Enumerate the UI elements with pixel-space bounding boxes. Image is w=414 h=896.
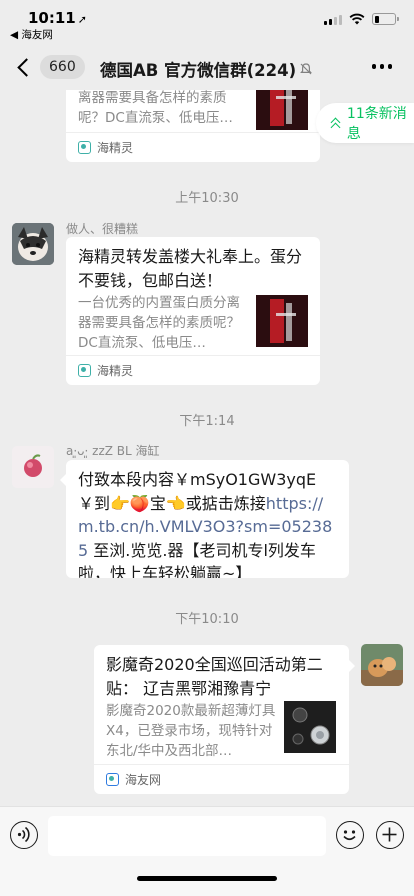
card-title: 海精灵转发盖楼大礼奉上。蛋分不要钱，包邮白送！ <box>78 247 303 290</box>
status-icons <box>324 13 399 25</box>
mini-program-icon <box>106 773 119 786</box>
mute-icon <box>300 63 313 75</box>
chat-title: 德国AB 官方微信群(224) <box>100 57 330 81</box>
new-messages-label: 11条新消息 <box>346 106 407 142</box>
card-source: 海友网 <box>94 764 349 794</box>
sender-name: 做人、很糟糕 <box>66 222 139 236</box>
card-description: 影魔奇2020款最新超薄灯具X4，已登录市场，现特针对东北/华中及西北部… <box>106 703 276 759</box>
card-source: 海精灵 <box>66 355 320 385</box>
card-source-name: 海友网 <box>125 773 162 787</box>
chat-nav-bar: 660 德国AB 官方微信群(224) <box>0 44 414 90</box>
location-arrow-icon: ➚ <box>77 13 87 26</box>
mini-program-icon <box>78 141 91 154</box>
message-input-bar <box>0 806 414 896</box>
card-thumbnail <box>256 90 308 130</box>
more-icon[interactable] <box>371 64 392 69</box>
voice-icon[interactable] <box>10 821 38 849</box>
emoji-icon[interactable] <box>336 821 364 849</box>
timestamp: 下午1:14 <box>179 414 235 429</box>
back-button[interactable]: 660 <box>14 54 85 80</box>
status-bar: 10:11 ➚ ◀ 海友网 <box>0 0 414 44</box>
double-chevron-up-icon <box>330 117 341 129</box>
wifi-icon <box>349 13 365 25</box>
card-description: 一台优秀的内置蛋白质分离器需要具备怎样的素质呢？DC直流泵、低电压… <box>78 295 240 351</box>
card-source-name: 海精灵 <box>97 364 134 378</box>
card-source-name: 海精灵 <box>97 141 134 155</box>
clock: 10:11 <box>28 9 76 27</box>
status-time: 10:11 ➚ <box>28 9 87 27</box>
avatar[interactable] <box>12 446 54 488</box>
timestamp: 上午10:30 <box>175 191 239 206</box>
plus-icon[interactable] <box>376 821 404 849</box>
signal-icon <box>324 14 342 25</box>
avatar[interactable] <box>12 223 54 265</box>
card-description: 离器需要具备怎样的素质呢？DC直流泵、低电压… <box>78 90 233 126</box>
back-chevron-icon <box>17 57 36 77</box>
text-message-bubble[interactable]: 付致本段内容￥mSyO1GW3yqE￥到👉🍑宝👈或掂击炼接https://m.t… <box>66 460 349 578</box>
new-messages-button[interactable]: 11条新消息 <box>316 103 414 143</box>
sender-name: a·͈ᴗ·͈ zzZ BL 海缸 <box>66 444 160 458</box>
unread-count-badge: 660 <box>40 55 85 79</box>
chat-title-text: 德国AB 官方微信群(224) <box>100 61 297 80</box>
timestamp: 下午10:10 <box>175 612 239 627</box>
battery-icon <box>372 13 399 25</box>
card-thumbnail <box>256 295 308 347</box>
avatar[interactable] <box>361 644 403 686</box>
card-title: 影魔奇2020全国巡回活动第二贴： 辽吉黑鄂湘豫青宁 <box>106 655 323 698</box>
message-input[interactable] <box>48 816 326 856</box>
link-card[interactable]: 海精灵转发盖楼大礼奉上。蛋分不要钱，包邮白送！ 一台优秀的内置蛋白质分离器需要具… <box>66 237 320 385</box>
message-text: 至浏.览览.器【老司机专l列发车啦，快上车轻松躺赢~】 <box>78 540 316 579</box>
link-card[interactable]: 影魔奇2020全国巡回活动第二贴： 辽吉黑鄂湘豫青宁 影魔奇2020款最新超薄灯… <box>94 645 349 794</box>
bubble-tail <box>349 660 355 672</box>
home-indicator <box>137 876 277 881</box>
chat-message-list[interactable]: 离器需要具备怎样的素质呢？DC直流泵、低电压… 海精灵 11条新消息 上午10:… <box>0 90 414 806</box>
card-source: 海精灵 <box>66 132 320 162</box>
mini-program-icon <box>78 364 91 377</box>
card-thumbnail <box>284 701 336 753</box>
back-to-app-link[interactable]: ◀ 海友网 <box>10 27 53 42</box>
link-card[interactable]: 离器需要具备怎样的素质呢？DC直流泵、低电压… 海精灵 <box>66 90 320 162</box>
